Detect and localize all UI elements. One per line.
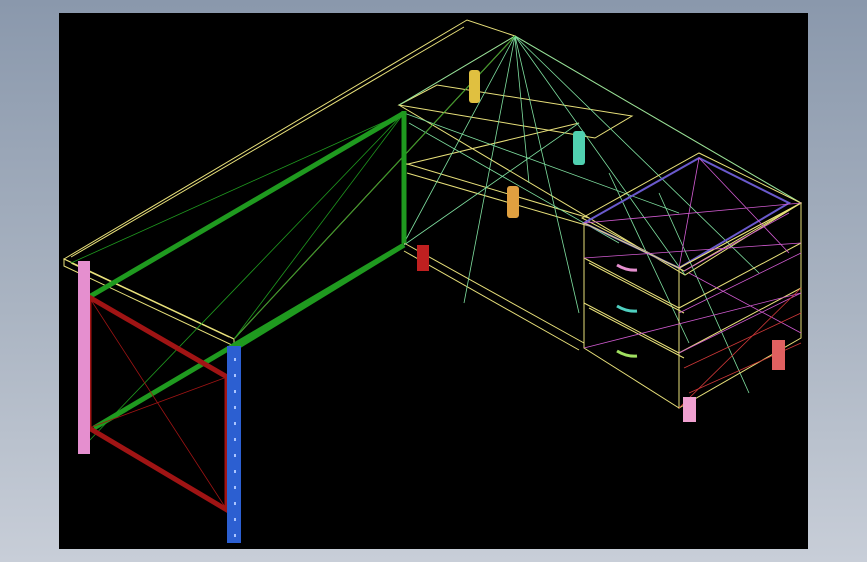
return-bracing-lines [70, 35, 802, 444]
drawer-diagonal-line [683, 212, 790, 272]
leg-bolt-hole [234, 486, 236, 489]
support-block-yellow [469, 70, 480, 103]
return-shelf-line [406, 172, 590, 227]
drawer-diagonal-line [583, 242, 802, 259]
bracing-line [658, 192, 750, 394]
leg-bolt-hole [234, 374, 236, 377]
bracing-line [514, 35, 686, 276]
bracing-line [403, 35, 516, 244]
upper-back-rail [87, 110, 406, 300]
leg-bolt-hole [234, 454, 236, 457]
left-end-frame [86, 292, 230, 515]
front-stretcher-rail [232, 242, 406, 352]
drawer-handle-3 [616, 349, 638, 358]
bracing-line [514, 37, 530, 184]
bracing-line [403, 122, 580, 246]
l-shaped-desk-wireframe [62, 19, 803, 543]
frame-diagonal-line [86, 112, 405, 444]
leg-bolt-hole [234, 470, 236, 473]
bracing-line [514, 35, 760, 274]
frame-diagonal-line [70, 112, 405, 264]
leg-bolt-hole [234, 502, 236, 505]
main-tabletop-wireframe [62, 19, 516, 347]
drawer-top-panel [581, 156, 792, 270]
bracing-line [514, 35, 580, 314]
pedestal-top [580, 152, 803, 272]
drawer-divider-line [583, 257, 680, 309]
drawer-handle-2 [616, 304, 638, 313]
drawer-diagonal-line [688, 272, 802, 334]
leg-bolt-hole [234, 534, 236, 537]
support-block-orange [507, 186, 519, 218]
pedestal-foot-right [772, 340, 785, 370]
bracing-line [514, 35, 802, 204]
leg-left [78, 261, 90, 454]
back-foot [417, 245, 429, 271]
return-upper-shelf [397, 84, 634, 139]
leg-bolt-hole [234, 438, 236, 441]
drawer-divider-line [588, 307, 685, 359]
bracing-line [403, 112, 680, 214]
return-bottom-edge [403, 242, 585, 344]
leg-bolt-hole [234, 406, 236, 409]
leg-bolt-hole [234, 518, 236, 521]
pedestal-front-face [583, 222, 680, 409]
drawer-diagonal-line [678, 252, 802, 314]
pedestal-foot-front [683, 397, 696, 422]
support-block-cyan [573, 131, 585, 165]
drawer-pedestal-wireframe [580, 152, 803, 409]
leg-bolt-hole [234, 422, 236, 425]
cad-application-window [0, 0, 867, 562]
cad-3d-viewport[interactable] [59, 13, 808, 549]
green-frame-rails [87, 110, 407, 431]
return-tabletop-wireframe [397, 35, 802, 351]
bracing-line [608, 172, 690, 344]
end-frame-diagonal [88, 376, 228, 429]
end-frame-diagonal [88, 296, 228, 511]
return-bottom-edge [403, 250, 580, 351]
leg-bolt-hole [234, 358, 236, 361]
leg-bolt-hole [234, 390, 236, 393]
drawer-handle-1 [616, 263, 638, 272]
